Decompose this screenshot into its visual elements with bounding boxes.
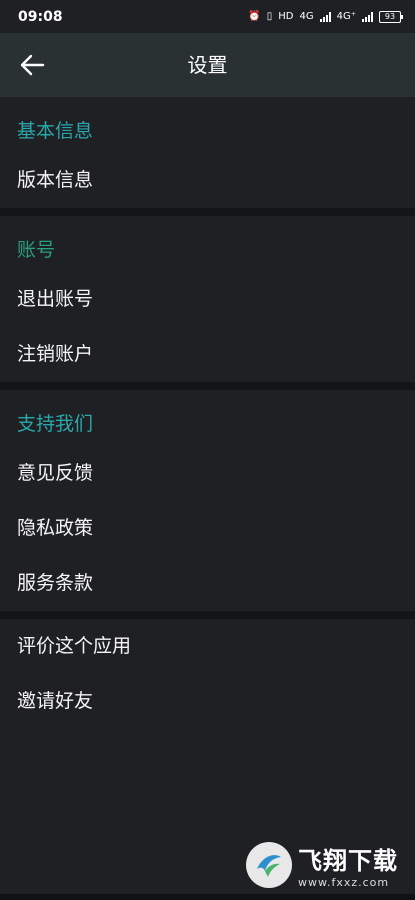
navigation-bar — [0, 894, 415, 900]
watermark: 飞翔下载 www.fxxz.com — [246, 837, 406, 893]
status-bar: 09:08 ⏰ ▯ HD 4G 4G⁺ 93 — [0, 0, 415, 33]
section-divider — [0, 382, 415, 390]
network-4g-plus-icon: 4G⁺ — [336, 10, 356, 22]
vibrate-icon: ▯ — [266, 10, 273, 22]
list-item-logout[interactable]: 退出账号 — [0, 272, 415, 327]
watermark-logo-icon — [246, 842, 292, 888]
alarm-icon: ⏰ — [248, 10, 261, 22]
list-item-version-info[interactable]: 版本信息 — [0, 153, 415, 208]
status-time: 09:08 — [18, 8, 63, 25]
section-divider — [0, 611, 415, 619]
list-item-delete-account[interactable]: 注销账户 — [0, 327, 415, 382]
list-item-terms-of-service[interactable]: 服务条款 — [0, 556, 415, 611]
status-icons: ⏰ ▯ HD 4G 4G⁺ 93 — [248, 10, 403, 23]
signal-2-icon — [362, 11, 373, 22]
section-header-basic-info: 基本信息 — [17, 120, 94, 142]
page-title: 设置 — [187, 53, 228, 77]
watermark-text: 飞翔下载 — [298, 847, 398, 875]
network-4g-icon: 4G — [299, 10, 314, 22]
section-header-account: 账号 — [17, 239, 56, 261]
app-bar: 设置 — [0, 33, 415, 97]
settings-list: 基本信息 版本信息 账号 退出账号 注销账户 支持我们 意见反馈 隐私政策 服务… — [0, 97, 415, 729]
list-item-rate-app[interactable]: 评价这个应用 — [0, 619, 415, 674]
list-item-privacy-policy[interactable]: 隐私政策 — [0, 501, 415, 556]
section-header-support-us: 支持我们 — [17, 413, 94, 435]
section-divider — [0, 208, 415, 216]
signal-icon — [319, 11, 331, 22]
list-item-invite-friends[interactable]: 邀请好友 — [0, 674, 415, 729]
hd-icon: HD — [278, 10, 294, 22]
watermark-url: www.fxxz.com — [298, 876, 390, 889]
list-item-feedback[interactable]: 意见反馈 — [0, 446, 415, 501]
battery-icon: 93 — [379, 10, 403, 23]
